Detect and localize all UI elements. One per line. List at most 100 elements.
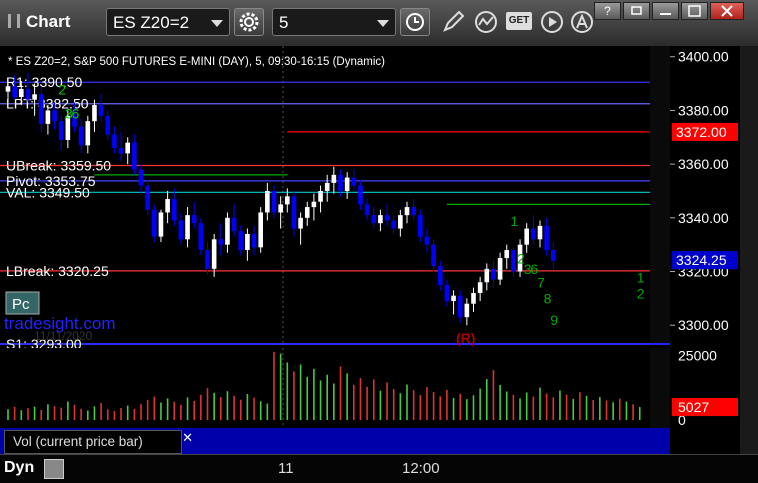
close-button[interactable]: [710, 2, 744, 20]
candle-body: [251, 233, 257, 248]
candle-body: [92, 105, 97, 122]
symbol-dropdown[interactable]: ES Z20=2: [106, 8, 230, 36]
interval-value: 5: [279, 13, 289, 32]
title-bar: Chart ES Z20=2 5 GET ?: [0, 0, 758, 47]
candle-body: [52, 110, 57, 122]
app-title-text: Chart: [26, 12, 71, 31]
candle-body: [304, 207, 310, 218]
settings-button[interactable]: [234, 8, 264, 36]
volume-chart[interactable]: [0, 348, 670, 428]
candle-body: [205, 250, 210, 269]
candle-body: [371, 215, 377, 224]
candle-body: [278, 204, 283, 213]
candle-body: [344, 177, 350, 191]
maximize-button[interactable]: [681, 2, 708, 20]
candle-body: [364, 204, 370, 216]
candle-body: [551, 250, 556, 261]
pencil-icon[interactable]: [440, 9, 466, 35]
candle-body: [185, 215, 190, 240]
interval-dropdown[interactable]: 5: [272, 8, 396, 36]
candle-body: [105, 115, 111, 135]
volume-tab[interactable]: Vol (current price bar) ✕: [4, 430, 193, 454]
alert-icon[interactable]: [570, 9, 596, 35]
candle-body: [404, 207, 410, 216]
sequence-count: 2: [637, 285, 645, 301]
candle-body: [258, 212, 263, 248]
help-label: ?: [604, 4, 611, 18]
r-marker: (R): [456, 330, 475, 346]
candle-body: [12, 86, 17, 98]
close-icon: [721, 5, 733, 17]
restore-button[interactable]: [623, 2, 650, 20]
level-label: VAL: 3349.50: [6, 184, 90, 200]
pc-badge-label: Pc: [12, 296, 30, 313]
sequence-count: 2: [58, 81, 66, 97]
level-label: LBreak: 3320.25: [6, 263, 109, 279]
candle-body: [464, 303, 470, 318]
candle-body: [85, 121, 91, 146]
grip-icon[interactable]: [8, 14, 20, 28]
chevron-down-icon: [377, 20, 389, 27]
time-tick: 12:00: [402, 460, 440, 477]
candle-body: [431, 244, 436, 267]
time-button[interactable]: [400, 8, 430, 36]
dynamic-label: Dyn: [4, 459, 35, 476]
candle-body: [171, 199, 177, 221]
time-axis[interactable]: Dyn 11 12:00: [0, 454, 758, 483]
price-tick-label: 3380.00: [678, 102, 729, 118]
candle-body: [38, 94, 44, 124]
minimize-icon: [660, 13, 671, 15]
candle-body: [424, 236, 430, 245]
candle-body: [19, 88, 24, 98]
level-label: R1: 3390.50: [6, 74, 82, 90]
candle-body: [497, 258, 503, 280]
candle-body: [25, 88, 31, 100]
watermark-date: 11/11/2020: [34, 329, 93, 343]
price-tick-label: 3400.00: [678, 49, 729, 65]
candle-body: [211, 239, 217, 269]
candle-body: [285, 196, 290, 205]
candle-body: [138, 169, 144, 186]
minimize-button[interactable]: [652, 2, 679, 20]
get-button[interactable]: GET: [506, 12, 532, 30]
volume-ticks: 2500005027: [672, 348, 738, 428]
sequence-count: 8: [544, 291, 552, 307]
candle-body: [484, 268, 490, 283]
help-button[interactable]: ?: [594, 2, 621, 20]
candle-body: [544, 225, 549, 251]
candle-body: [245, 233, 250, 251]
candle-body: [351, 177, 357, 186]
play-icon[interactable]: [540, 9, 566, 35]
candle-body: [271, 190, 277, 213]
candle-body: [311, 201, 317, 208]
right-scroll-strip[interactable]: [740, 46, 758, 454]
sequence-count: 6: [72, 105, 80, 121]
candle-body: [132, 142, 137, 170]
candle-body: [537, 225, 543, 240]
candle-body: [491, 268, 496, 280]
lock-icon[interactable]: [44, 459, 64, 479]
candle-body: [437, 266, 443, 285]
candle-body: [504, 250, 510, 259]
candle-body: [118, 148, 124, 154]
price-tags: 3372.00 3324.25: [672, 122, 738, 270]
price-chart[interactable]: * ES Z20=2, S&P 500 FUTURES E-MINI (DAY)…: [0, 46, 670, 348]
candle-body: [225, 217, 230, 245]
candle-body: [191, 215, 197, 224]
candle-body: [178, 220, 184, 240]
candle-body: [291, 196, 297, 229]
close-icon[interactable]: ✕: [182, 427, 193, 449]
indicator-icon[interactable]: [474, 9, 500, 35]
candle-body: [318, 190, 323, 202]
chevron-down-icon: [211, 20, 223, 27]
candle-body: [444, 284, 450, 302]
sequence-count: 1: [637, 269, 645, 285]
candle-body: [145, 185, 150, 210]
candle-body: [398, 215, 403, 229]
candle-body: [384, 215, 390, 221]
candle-body: [158, 212, 164, 237]
candle-body: [98, 105, 104, 116]
candle-body: [451, 295, 456, 302]
sequence-count: 7: [537, 275, 545, 291]
app-title: Chart: [8, 12, 70, 32]
